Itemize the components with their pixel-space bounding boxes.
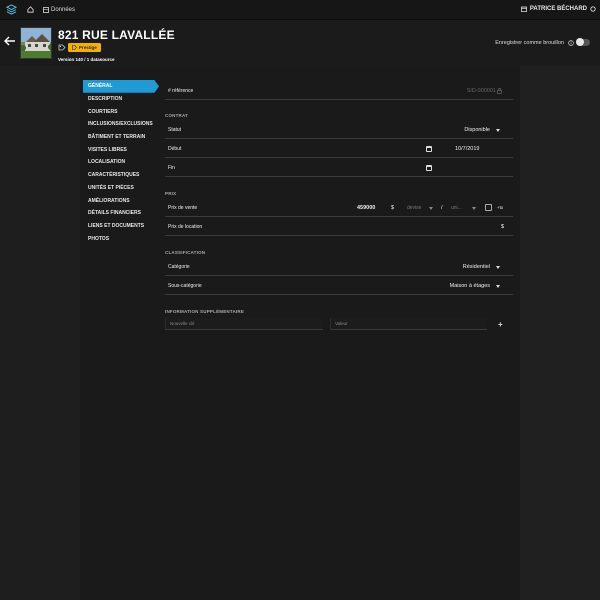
- chevron-down-icon[interactable]: [472, 207, 476, 210]
- property-thumbnail[interactable]: [20, 27, 52, 59]
- end-row[interactable]: Fin: [165, 159, 513, 177]
- start-row[interactable]: Début 10/7/2019: [165, 140, 513, 158]
- status-select[interactable]: Disponible: [464, 127, 490, 133]
- category-row[interactable]: Catégorie Résidentiel: [165, 258, 513, 276]
- sidebar-item[interactable]: Bâtiment et terrain: [83, 131, 159, 144]
- chevron-down-icon[interactable]: [496, 285, 500, 288]
- sidebar-item[interactable]: Caractéristiques: [83, 169, 159, 182]
- chevron-down-icon[interactable]: [429, 207, 433, 210]
- extra-info-section-title: Information supplémentaire: [165, 309, 245, 314]
- sidebar-item[interactable]: Localisation: [83, 156, 159, 169]
- tag-small-icon: [72, 45, 77, 50]
- sale-price-label: Prix de vente: [168, 204, 198, 211]
- rent-currency-symbol: $: [500, 223, 504, 230]
- sidebar-item[interactable]: Courtiers: [83, 105, 159, 118]
- end-label: Fin: [168, 164, 175, 171]
- sidebar-item[interactable]: Liens et documents: [83, 220, 159, 233]
- sale-price-row: Prix de vente 459000 $ devise / uni... +…: [165, 199, 513, 217]
- sidebar-item[interactable]: Détails financiers: [83, 207, 159, 220]
- right-panel: [520, 66, 600, 600]
- sidebar-item[interactable]: Général: [83, 80, 159, 93]
- subcategory-label: Sous-catégorie: [168, 282, 202, 289]
- info-icon[interactable]: [568, 40, 574, 46]
- value-placeholder: Valeur: [335, 321, 348, 326]
- unit-select[interactable]: uni...: [451, 205, 462, 211]
- rent-price-label: Prix de location: [168, 223, 203, 230]
- draft-control: Enregistrer comme brouillon: [495, 40, 574, 46]
- data-icon: [43, 6, 49, 13]
- price-section-title: Prix: [165, 191, 177, 196]
- badge-label: Prestige: [79, 45, 97, 50]
- reference-label: # référence: [168, 87, 194, 94]
- new-key-placeholder: Nouvelle clé: [170, 321, 195, 326]
- user-menu[interactable]: PATRICE BÉCHARD: [520, 6, 596, 12]
- category-label: Catégorie: [168, 263, 190, 270]
- nav-data-label: Données: [51, 6, 76, 13]
- start-label: Début: [168, 145, 182, 152]
- currency-symbol: $: [391, 204, 395, 211]
- back-arrow-icon[interactable]: [3, 34, 17, 48]
- tax-checkbox[interactable]: [485, 204, 492, 211]
- nav-data-link[interactable]: Données: [43, 7, 75, 13]
- draft-toggle[interactable]: [576, 38, 590, 46]
- tax-label: +tx: [497, 205, 504, 210]
- chevron-down-icon[interactable]: [496, 266, 500, 269]
- sidebar-item[interactable]: Description: [83, 93, 159, 106]
- draft-label: Enregistrer comme brouillon: [495, 40, 564, 46]
- calendar-icon[interactable]: [426, 146, 432, 152]
- sidebar-item[interactable]: Photos: [83, 232, 159, 245]
- currency-select[interactable]: devise: [407, 205, 421, 211]
- start-date-input[interactable]: 10/7/2019: [455, 146, 479, 152]
- section-nav: Général Description Courtiers Inclusions/Ex…: [83, 80, 159, 245]
- user-name: PATRICE BÉCHARD: [529, 6, 587, 12]
- new-key-input[interactable]: Nouvelle clé: [165, 318, 323, 330]
- add-field-button[interactable]: +: [498, 320, 503, 329]
- top-bar: Données PATRICE BÉCHARD: [0, 0, 600, 20]
- page-title: 821 RUE LAVALLÉE: [58, 28, 175, 42]
- chevron-down-icon[interactable]: [496, 129, 500, 132]
- lock-icon: [497, 88, 502, 94]
- prestige-badge: Prestige: [68, 43, 101, 52]
- price-separator: /: [441, 204, 443, 211]
- home-icon[interactable]: [27, 6, 35, 14]
- calendar-icon[interactable]: [426, 165, 432, 171]
- reference-value: SID-000001: [466, 87, 496, 94]
- sidebar-item[interactable]: Inclusions/Exclusions: [83, 118, 159, 131]
- tag-icon[interactable]: [58, 44, 66, 51]
- reference-row: # référence SID-000001: [165, 82, 513, 100]
- subcategory-select[interactable]: Maison à étages: [450, 283, 490, 289]
- rent-price-row[interactable]: Prix de location $: [165, 218, 513, 236]
- sidebar-item[interactable]: Unités et pièces: [83, 182, 159, 195]
- version-info: Version 140 / 1 datasource: [58, 57, 115, 62]
- listing-header: 821 RUE LAVALLÉE Prestige Version 140 / …: [0, 20, 600, 66]
- value-input[interactable]: Valeur: [330, 318, 487, 330]
- calendar-icon[interactable]: [520, 6, 527, 12]
- status-label: Statut: [168, 126, 182, 133]
- classification-section-title: Classification: [165, 250, 206, 255]
- status-row[interactable]: Statut Disponible: [165, 121, 513, 139]
- category-select[interactable]: Résidentiel: [463, 264, 490, 270]
- sidebar-item[interactable]: Visites libres: [83, 143, 159, 156]
- logo-icon[interactable]: [5, 4, 17, 16]
- sidebar-item[interactable]: Améliorations: [83, 194, 159, 207]
- contract-section-title: Contrat: [165, 113, 189, 118]
- sale-price-input[interactable]: 459000: [357, 205, 375, 211]
- subcategory-row[interactable]: Sous-catégorie Maison à étages: [165, 277, 513, 295]
- settings-icon[interactable]: [590, 6, 596, 12]
